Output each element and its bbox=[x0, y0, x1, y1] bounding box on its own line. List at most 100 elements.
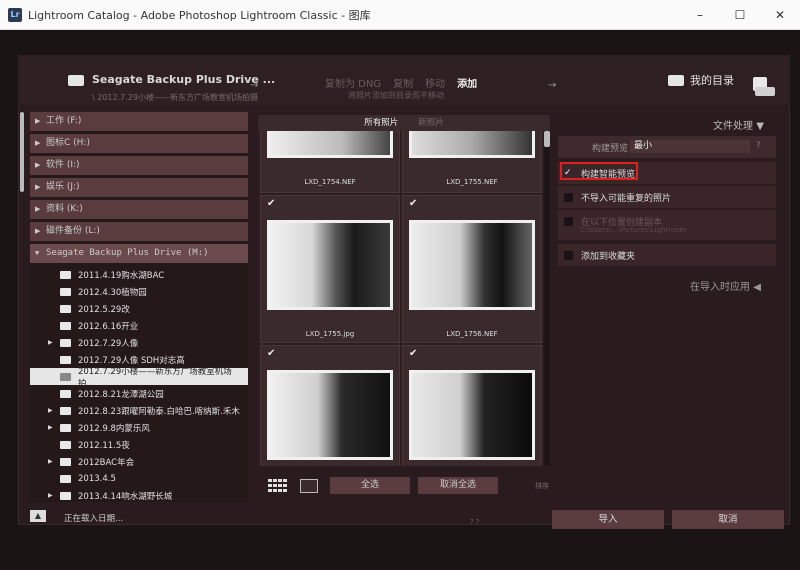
drive-item[interactable]: ▶ 图标C (H:) bbox=[30, 134, 248, 153]
mode-copy[interactable]: 复制 bbox=[393, 75, 413, 90]
folder-item[interactable]: ▶ 2012BAC年会 bbox=[30, 453, 248, 470]
folder-label: 2012.5.29改 bbox=[78, 304, 130, 315]
drive-item[interactable]: ▶ 资料 (K:) bbox=[30, 200, 248, 219]
deselect-all-button[interactable]: 取消全选 bbox=[418, 477, 498, 494]
minimize-button[interactable]: – bbox=[680, 0, 720, 30]
folder-item[interactable]: 2012.6.16开业 bbox=[30, 317, 248, 334]
folder-item[interactable]: ▶ 2012.9.8内蒙乐风 bbox=[30, 419, 248, 436]
photo-thumbnail bbox=[409, 220, 535, 310]
folder-item[interactable]: ▶ 2012.7.29人像 bbox=[30, 334, 248, 351]
source-drive-icon bbox=[68, 75, 84, 86]
grid-view-icon[interactable] bbox=[268, 479, 288, 493]
folder-item[interactable]: 2012.8.21龙潭湖公园 bbox=[30, 385, 248, 402]
photo-cell[interactable]: ✔ bbox=[402, 345, 542, 466]
photo-filename: LXD_1754.NEF bbox=[304, 178, 356, 186]
loupe-view-icon[interactable] bbox=[300, 479, 318, 493]
checkbox-checked[interactable]: ✔ bbox=[409, 348, 417, 359]
arrow-right-icon: → bbox=[548, 80, 557, 91]
photo-cell[interactable]: ✔ LXD_1755.jpg bbox=[260, 195, 400, 343]
drive-item[interactable]: ▶ 工作 (F:) bbox=[30, 112, 248, 131]
help-icon[interactable]: ? bbox=[756, 141, 761, 151]
destination-name[interactable]: 我的目录 bbox=[690, 72, 734, 88]
folder-item[interactable]: 2012.4.30植物园 bbox=[30, 283, 248, 300]
import-button[interactable]: 导入 bbox=[552, 510, 664, 529]
folder-label: 2012.8.21龙潭湖公园 bbox=[78, 389, 164, 400]
grid-scrollbar[interactable] bbox=[544, 131, 550, 466]
left-scrollbar[interactable] bbox=[20, 112, 24, 192]
drive-label: Seagate Backup Plus Drive (M:) bbox=[46, 248, 209, 258]
folder-item[interactable]: ▶ 2013.4.14响水湖野长城 bbox=[30, 487, 248, 502]
cancel-button[interactable]: 取消 bbox=[672, 510, 784, 529]
checkbox-unchecked[interactable] bbox=[564, 192, 573, 202]
drive-label: 娱乐 (J:) bbox=[46, 182, 80, 192]
source-name[interactable]: Seagate Backup Plus Drive ... bbox=[92, 73, 275, 86]
triangle-left-icon: ◀ bbox=[753, 282, 761, 293]
collection-option: 添加到收藏夹 bbox=[558, 244, 776, 266]
status-text: 正在载入日期... bbox=[64, 514, 124, 524]
page-marker: ? ? bbox=[470, 518, 480, 526]
build-preview-label: 构建预览 bbox=[592, 144, 629, 154]
drive-label: 资料 (K:) bbox=[46, 204, 83, 214]
triangle-right-icon[interactable]: ▶ bbox=[48, 492, 53, 499]
folder-label: 2012.7.29人像 bbox=[78, 338, 139, 349]
file-handling-header[interactable]: 文件处理 ▼ bbox=[713, 117, 764, 132]
close-button[interactable]: ✕ bbox=[760, 0, 800, 30]
scrollbar-thumb[interactable] bbox=[544, 131, 550, 147]
folder-icon bbox=[60, 270, 71, 279]
triangle-right-icon[interactable]: ▶ bbox=[48, 407, 53, 414]
photo-thumbnail bbox=[409, 370, 535, 460]
mode-move[interactable]: 移动 bbox=[425, 75, 445, 90]
folder-icon bbox=[60, 287, 71, 296]
option-no-duplicates[interactable]: 不导入可能重复的照片 bbox=[558, 186, 776, 208]
checkbox-checked[interactable]: ✔ bbox=[409, 198, 417, 209]
checkbox-unchecked[interactable] bbox=[564, 216, 573, 226]
build-preview-select[interactable]: 最小 bbox=[630, 140, 750, 153]
folder-item[interactable]: 2011.4.19购水湖BAC bbox=[30, 266, 248, 283]
folder-icon bbox=[60, 372, 71, 381]
sort-label[interactable]: 排序 bbox=[535, 481, 549, 491]
drive-item[interactable]: ▶ 娱乐 (J:) bbox=[30, 178, 248, 197]
folder-item[interactable]: 2012.7.29小楼——新东方广场教室机场拍... bbox=[30, 367, 248, 389]
folder-icon bbox=[60, 457, 71, 466]
tab-all-photos[interactable]: 所有照片 bbox=[364, 115, 398, 131]
drive-item[interactable]: ▶ 软件 (I:) bbox=[30, 156, 248, 175]
triangle-down-icon: ▼ bbox=[756, 121, 764, 132]
triangle-right-icon[interactable]: ▶ bbox=[48, 458, 53, 465]
collapse-up-icon[interactable]: ▲ bbox=[30, 510, 46, 522]
option-add-collection[interactable]: 添加到收藏夹 bbox=[558, 244, 776, 266]
photo-cell[interactable]: ✔ bbox=[260, 345, 400, 466]
copy-path: C:\Users\...\Pictures\Lightroom bbox=[580, 226, 687, 234]
import-modes: 复制为 DNG 复制 移动 添加 bbox=[325, 75, 477, 90]
photo-cell[interactable]: ✔ LXD_1756.NEF bbox=[402, 195, 542, 343]
tab-new-photos[interactable]: 新照片 bbox=[418, 115, 444, 131]
folder-label: 2012.4.30植物园 bbox=[78, 287, 147, 298]
photo-cell[interactable]: LXD_1754.NEF bbox=[260, 131, 400, 193]
annotation-highlight-box bbox=[560, 162, 638, 180]
checkbox-unchecked[interactable] bbox=[564, 250, 573, 260]
checkbox-checked[interactable]: ✔ bbox=[267, 348, 275, 359]
maximize-button[interactable]: ☐ bbox=[720, 0, 760, 30]
grid-filter-tabs: 所有照片 新照片 bbox=[258, 115, 550, 131]
option-label: 添加到收藏夹 bbox=[581, 251, 636, 262]
window-title: Lightroom Catalog - Adobe Photoshop Ligh… bbox=[28, 8, 371, 22]
photo-thumbnail bbox=[267, 220, 393, 310]
folder-item[interactable]: 2012.5.29改 bbox=[30, 300, 248, 317]
mode-add[interactable]: 添加 bbox=[457, 75, 477, 90]
drive-item[interactable]: ▶ 磁件备份 (L:) bbox=[30, 222, 248, 241]
photo-cell[interactable]: LXD_1755.NEF bbox=[402, 131, 542, 193]
triangle-right-icon[interactable]: ▶ bbox=[48, 424, 53, 431]
folder-icon bbox=[60, 440, 71, 449]
folder-icon bbox=[60, 491, 71, 500]
triangle-right-icon[interactable]: ▶ bbox=[48, 339, 53, 346]
catalog-icon bbox=[668, 75, 684, 86]
folder-item[interactable]: 2013.4.5 bbox=[30, 470, 248, 487]
checkbox-checked[interactable]: ✔ bbox=[267, 198, 275, 209]
folder-item[interactable]: 2012.11.5夜 bbox=[30, 436, 248, 453]
select-all-button[interactable]: 全选 bbox=[330, 477, 410, 494]
apply-during-import-header[interactable]: 在导入时应用 ◀ bbox=[690, 278, 761, 293]
folder-label: 2012.6.16开业 bbox=[78, 321, 139, 332]
mode-copy-dng[interactable]: 复制为 DNG bbox=[325, 75, 381, 90]
folder-item[interactable]: ▶ 2012.8.23跟曜阿勒泰.白哈巴.喀纳斯.禾木 bbox=[30, 402, 248, 419]
drive-item-open[interactable]: ▼ Seagate Backup Plus Drive (M:) bbox=[30, 244, 248, 263]
triangle-right-icon: ▶ bbox=[35, 161, 41, 169]
